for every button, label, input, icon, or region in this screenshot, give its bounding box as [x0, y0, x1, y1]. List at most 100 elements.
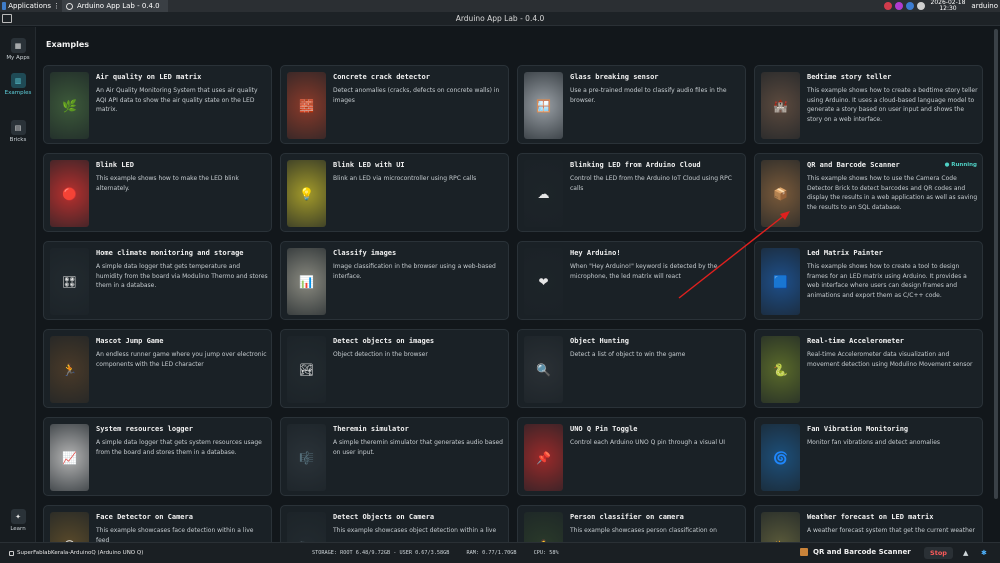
sidebar-item-label: Learn [10, 526, 26, 532]
example-card-description: This example shows how to create a bedti… [807, 87, 978, 123]
applications-icon [2, 2, 7, 10]
example-card-title: Fan Vibration Monitoring [807, 425, 909, 433]
castle-icon: 🏰 [761, 72, 800, 139]
example-card-description: This example shows how to use the Camera… [807, 175, 978, 211]
example-card-title: Weather forecast on LED matrix [807, 513, 934, 521]
scrollbar[interactable] [994, 29, 998, 499]
example-card[interactable]: 📊 Classify images Image classification in … [280, 241, 509, 320]
example-card-title: Object Hunting [570, 337, 630, 345]
task-label: Arduino App Lab - 0.4.0 [77, 2, 160, 10]
example-card-title: Mascot Jump Game [96, 337, 164, 345]
example-card[interactable]: 📌 UNO Q Pin Toggle Control each Arduino UN… [517, 417, 746, 496]
example-card-title: Hey Arduino! [570, 249, 621, 257]
example-card-title: System resources logger [96, 425, 193, 433]
package-icon [800, 548, 808, 556]
example-card-title: Bedtime story teller [807, 73, 892, 81]
example-card-title: Home climate monitoring and storage [96, 249, 244, 257]
tray-icon-0[interactable] [883, 2, 892, 10]
example-card-description: Image classification in the browser usin… [333, 263, 496, 280]
example-card-description: This example shows how to create a tool … [807, 263, 967, 299]
window-title: Arduino App Lab - 0.4.0 [455, 14, 545, 23]
network-status-icon[interactable]: ✱ [981, 549, 989, 557]
system-tray [883, 2, 925, 10]
example-card[interactable]: 🏞 Detect objects on images Object detectio… [280, 329, 509, 408]
example-card[interactable]: 🪟 Glass breaking sensor Use a pre-trained … [517, 65, 746, 144]
example-card-title: Blink LED [96, 161, 134, 169]
example-card-description: Detect a list of object to win the game [570, 351, 686, 358]
weather-icon: ⛅ [761, 512, 800, 542]
example-card[interactable]: 🐍 Real-time Accelerometer Real-time Accele… [754, 329, 983, 408]
example-card-description: Real-time Accelerometer data visualizati… [807, 351, 973, 368]
example-card-description: This example showcases object detection … [333, 527, 497, 534]
sidebar-item-examples[interactable]: ▥ Examples [0, 73, 36, 96]
example-card[interactable]: 📈 System resources logger A simple data lo… [43, 417, 272, 496]
user-menu[interactable]: arduino [971, 2, 998, 10]
example-card-title: Detect Objects on Camera [333, 513, 435, 521]
example-card-title: Blink LED with UI [333, 161, 405, 169]
running-app-name: QR and Barcode Scanner [813, 548, 911, 556]
example-card[interactable]: 🌀 Fan Vibration Monitoring Monitor fan vib… [754, 417, 983, 496]
package-icon: 📦 [761, 160, 800, 227]
sidebar-item-label: My Apps [6, 55, 30, 61]
camera-icon: 📷 [287, 512, 326, 542]
example-card-description: Use a pre-trained model to classify audi… [570, 87, 727, 104]
example-card[interactable]: 🏰 Bedtime story teller This example shows … [754, 65, 983, 144]
taskbar-window-button[interactable]: Arduino App Lab - 0.4.0 [62, 0, 168, 12]
example-card[interactable]: 📦 QR and Barcode Scanner This example show… [754, 153, 983, 232]
pin-icon: 📌 [524, 424, 563, 491]
example-card[interactable]: 🏃 Mascot Jump Game An endless runner game … [43, 329, 272, 408]
example-card-description: Control the LED from the Arduino IoT Clo… [570, 175, 732, 192]
tray-icon-1[interactable] [894, 2, 903, 10]
example-card-title: Concrete crack detector [333, 73, 430, 81]
learn-icon: ✦ [10, 509, 26, 524]
examples-panel: Examples 🌿 Air quality on LED matrix An Ai… [37, 27, 1000, 542]
example-card-description: A simple data logger that gets system re… [96, 439, 262, 456]
tray-icon-3[interactable] [916, 2, 925, 10]
magnifier-icon: 🔍 [524, 336, 563, 403]
example-card-title: Detect objects on images [333, 337, 435, 345]
example-card[interactable]: 🔍 Object Hunting Detect a list of object t… [517, 329, 746, 408]
tray-icon-2[interactable] [905, 2, 914, 10]
snake-icon: 🐍 [761, 336, 800, 403]
example-card[interactable]: 🟦 Led Matrix Painter This example shows ho… [754, 241, 983, 320]
example-card[interactable]: 🔴 Blink LED This example shows how to make… [43, 153, 272, 232]
example-card[interactable]: 💡 Blink LED with UI Blink an LED via micro… [280, 153, 509, 232]
notification-bell-icon[interactable]: ▲ [963, 549, 971, 557]
cpu-usage: CPU: 58% [533, 550, 559, 556]
example-card-description: An endless runner game where you jump ov… [96, 351, 267, 368]
example-card[interactable]: ⛅ Weather forecast on LED matrix A weather… [754, 505, 983, 542]
board-icon [9, 550, 14, 556]
sidebar-item-bricks[interactable]: ▤ Bricks [0, 120, 36, 143]
example-card[interactable]: ☁ Blinking LED from Arduino Cloud Control … [517, 153, 746, 232]
sidebar-item-my-apps[interactable]: ▦ My Apps [0, 38, 36, 61]
clock[interactable]: 2026-02-18 12:30 [931, 0, 966, 12]
applications-menu[interactable]: Applications ⋮ [0, 2, 60, 10]
board-selector[interactable]: SuperFablabKerala-ArduinoQ (Arduino UNO … [9, 550, 143, 556]
window-icon: 🪟 [524, 72, 563, 139]
example-card-description: This example showcases person classifica… [570, 527, 717, 534]
example-card[interactable]: 😀 Face Detector on Camera This example sho… [43, 505, 272, 542]
example-card[interactable]: 📷 Detect Objects on Camera This example sh… [280, 505, 509, 542]
example-card[interactable]: 🎼 Theremin simulator A simple theremin sim… [280, 417, 509, 496]
sidebar-item-label: Examples [4, 90, 32, 96]
example-card-title: Classify images [333, 249, 397, 257]
status-bar: SuperFablabKerala-ArduinoQ (Arduino UNO … [0, 542, 1000, 563]
stop-button[interactable]: Stop [924, 547, 953, 559]
sidebar-item-learn[interactable]: ✦ Learn [0, 509, 36, 532]
chart-icon: 📊 [287, 248, 326, 315]
running-app[interactable]: QR and Barcode Scanner [800, 548, 911, 556]
storage-usage: STORAGE: ROOT 6.48/9.72GB - USER 0.67/3.… [312, 550, 450, 556]
spiral-icon: 🌀 [761, 424, 800, 491]
applications-label: Applications [8, 2, 51, 10]
example-card[interactable]: 🎛 Home climate monitoring and storage A si… [43, 241, 272, 320]
example-card-description: A weather forecast system that get the c… [807, 527, 976, 534]
example-card[interactable]: 🌿 Air quality on LED matrix An Air Quality… [43, 65, 272, 144]
square-icon: 🟦 [761, 248, 800, 315]
example-card[interactable]: ❤ Hey Arduino! When "Hey Arduino!" keyword… [517, 241, 746, 320]
example-card[interactable]: 🧱 Concrete crack detector Detect anomalies… [280, 65, 509, 144]
example-card-description: Detect anomalies (cracks, defects on con… [333, 87, 500, 104]
window-icon[interactable] [2, 14, 12, 23]
arduino-app-icon [66, 2, 73, 10]
example-card[interactable]: 🧍 Person classifier on camera This example… [517, 505, 746, 542]
brick-icon: 🧱 [287, 72, 326, 139]
